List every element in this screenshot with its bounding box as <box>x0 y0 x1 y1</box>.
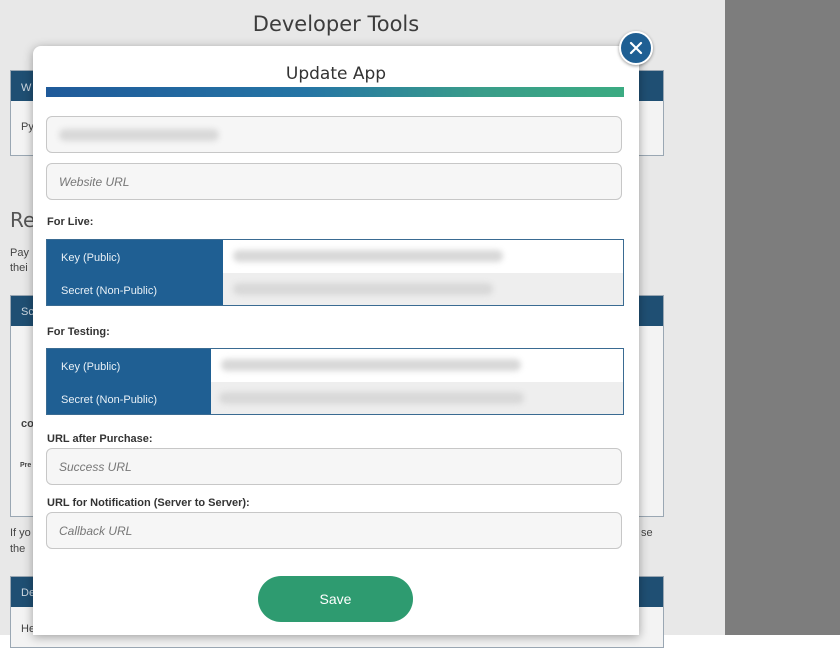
callback-url-input[interactable]: Callback URL <box>46 512 622 549</box>
callback-url-placeholder: Callback URL <box>59 524 133 538</box>
website-url-input[interactable]: Website URL <box>46 163 622 200</box>
live-key-value <box>223 240 623 273</box>
testing-key-label: Key (Public) <box>61 361 121 373</box>
success-url-input[interactable]: Success URL <box>46 448 622 485</box>
background-fragment: co <box>21 418 34 430</box>
blurred-app-name <box>59 129 219 141</box>
url-notification-label: URL for Notification (Server to Server): <box>47 497 250 509</box>
background-fragment: se <box>641 527 653 539</box>
title-gradient-bar <box>46 87 624 97</box>
background-fragment: the <box>10 543 26 555</box>
url-after-purchase-label: URL after Purchase: <box>47 433 153 445</box>
modal-title: Update App <box>285 64 387 84</box>
update-app-modal: Update App Website URL For Live: Key (Pu… <box>33 46 639 635</box>
testing-key-value <box>211 349 623 382</box>
app-name-input[interactable] <box>46 116 622 153</box>
for-live-label: For Live: <box>47 216 94 228</box>
background-overlay-right <box>725 0 840 635</box>
live-key-label: Key (Public) <box>61 252 121 264</box>
background-fragment: Pay <box>10 247 29 259</box>
background-fragment: W <box>21 82 32 94</box>
background-heading: Re <box>10 208 36 232</box>
background-page-title: Developer Tools <box>252 12 420 36</box>
background-fragment: Pre <box>20 462 32 469</box>
live-keys-table: Key (Public) Secret (Non-Public) <box>46 239 624 306</box>
testing-secret-value <box>211 381 623 414</box>
close-icon <box>629 41 643 55</box>
success-url-placeholder: Success URL <box>59 460 132 474</box>
background-fragment: thei <box>10 262 28 274</box>
background-fragment: If yo <box>10 527 31 539</box>
website-url-placeholder: Website URL <box>59 175 130 189</box>
close-button[interactable] <box>619 31 653 65</box>
testing-keys-table: Key (Public) Secret (Non-Public) <box>46 348 624 415</box>
testing-secret-label: Secret (Non-Public) <box>61 394 157 406</box>
background-fragment: Sc <box>21 306 34 318</box>
live-secret-value <box>223 272 623 305</box>
background-fragment: Py <box>21 121 34 133</box>
live-secret-label: Secret (Non-Public) <box>61 285 157 297</box>
save-button[interactable]: Save <box>258 576 413 622</box>
for-testing-label: For Testing: <box>47 326 110 338</box>
